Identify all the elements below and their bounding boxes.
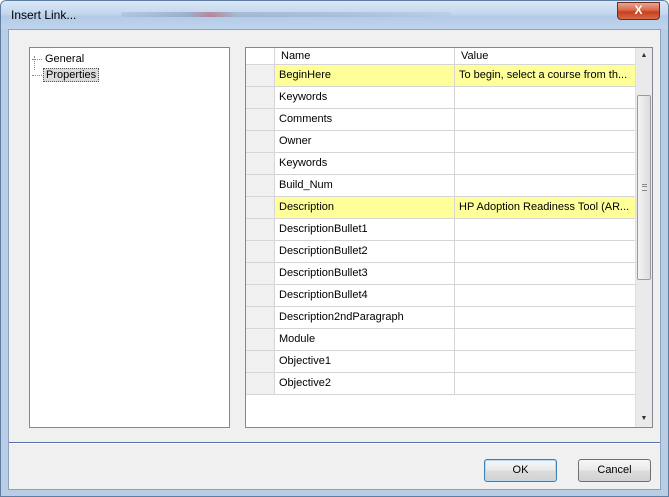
- property-value-cell[interactable]: To begin, select a course from th...: [455, 65, 636, 86]
- ok-button[interactable]: OK: [484, 459, 557, 482]
- row-selector-cell[interactable]: [246, 109, 275, 130]
- table-row[interactable]: Objective2: [246, 373, 636, 395]
- property-name-cell[interactable]: BeginHere: [275, 65, 455, 86]
- row-selector-cell[interactable]: [246, 241, 275, 262]
- table-row[interactable]: Objective1: [246, 351, 636, 373]
- property-value-cell[interactable]: [455, 175, 636, 196]
- property-name-cell[interactable]: Keywords: [275, 153, 455, 174]
- row-selector-cell[interactable]: [246, 131, 275, 152]
- property-name-cell[interactable]: DescriptionBullet3: [275, 263, 455, 284]
- scrollbar-grip-icon: [642, 184, 647, 191]
- property-value-cell[interactable]: [455, 219, 636, 240]
- table-row[interactable]: Comments: [246, 109, 636, 131]
- scroll-down-arrow-icon[interactable]: ▼: [636, 411, 652, 427]
- vertical-scrollbar[interactable]: ▲ ▼: [635, 48, 652, 427]
- table-row[interactable]: Description HP Adoption Readiness Tool (A…: [246, 197, 636, 219]
- column-header-value[interactable]: Value: [455, 48, 636, 64]
- column-header-name[interactable]: Name: [275, 48, 455, 64]
- row-selector-cell[interactable]: [246, 329, 275, 350]
- table-row[interactable]: BeginHere To begin, select a course from …: [246, 65, 636, 87]
- property-name-cell[interactable]: Build_Num: [275, 175, 455, 196]
- dialog-client-area: General Properties Name Value BeginHere T…: [8, 29, 661, 490]
- table-row[interactable]: DescriptionBullet3: [246, 263, 636, 285]
- row-selector-cell[interactable]: [246, 65, 275, 86]
- property-name-cell[interactable]: Objective2: [275, 373, 455, 394]
- close-button[interactable]: X: [617, 2, 660, 20]
- row-selector-cell[interactable]: [246, 263, 275, 284]
- property-value-cell[interactable]: [455, 329, 636, 350]
- row-selector-cell[interactable]: [246, 285, 275, 306]
- window-title: Insert Link...: [11, 8, 77, 22]
- property-value-cell[interactable]: [455, 153, 636, 174]
- table-row[interactable]: DescriptionBullet4: [246, 285, 636, 307]
- property-name-cell[interactable]: DescriptionBullet1: [275, 219, 455, 240]
- footer-separator: [9, 442, 660, 444]
- row-selector-cell[interactable]: [246, 175, 275, 196]
- category-tree[interactable]: General Properties: [29, 47, 230, 428]
- table-row[interactable]: Build_Num: [246, 175, 636, 197]
- grid-rows: BeginHere To begin, select a course from …: [246, 65, 636, 395]
- table-row[interactable]: Owner: [246, 131, 636, 153]
- property-value-cell[interactable]: [455, 307, 636, 328]
- property-value-cell[interactable]: [455, 87, 636, 108]
- title-bar[interactable]: Insert Link... X: [1, 1, 668, 29]
- property-name-cell[interactable]: Module: [275, 329, 455, 350]
- table-row[interactable]: DescriptionBullet2: [246, 241, 636, 263]
- property-value-cell[interactable]: [455, 373, 636, 394]
- cancel-button[interactable]: Cancel: [578, 459, 651, 482]
- table-row[interactable]: Description2ndParagraph: [246, 307, 636, 329]
- property-value-cell[interactable]: HP Adoption Readiness Tool (AR...: [455, 197, 636, 218]
- header-selector-cell: [246, 48, 275, 64]
- property-name-cell[interactable]: Description: [275, 197, 455, 218]
- tree-item-label: General: [45, 53, 85, 65]
- insert-link-dialog: Insert Link... X General Properties Name…: [0, 0, 669, 497]
- row-selector-cell[interactable]: [246, 373, 275, 394]
- property-name-cell[interactable]: Owner: [275, 131, 455, 152]
- tree-branch-line: [32, 58, 42, 60]
- property-name-cell[interactable]: Keywords: [275, 87, 455, 108]
- scroll-up-arrow-icon[interactable]: ▲: [636, 48, 652, 64]
- tree-item-label: Properties: [43, 68, 100, 82]
- property-value-cell[interactable]: [455, 241, 636, 262]
- row-selector-cell[interactable]: [246, 351, 275, 372]
- property-name-cell[interactable]: Description2ndParagraph: [275, 307, 455, 328]
- scrollbar-thumb[interactable]: [637, 95, 651, 280]
- row-selector-cell[interactable]: [246, 197, 275, 218]
- property-name-cell[interactable]: Comments: [275, 109, 455, 130]
- row-selector-cell[interactable]: [246, 219, 275, 240]
- property-name-cell[interactable]: DescriptionBullet2: [275, 241, 455, 262]
- grid-header: Name Value: [246, 48, 636, 65]
- property-value-cell[interactable]: [455, 263, 636, 284]
- properties-grid[interactable]: Name Value BeginHere To begin, select a c…: [245, 47, 653, 428]
- property-name-cell[interactable]: Objective1: [275, 351, 455, 372]
- table-row[interactable]: Module: [246, 329, 636, 351]
- table-row[interactable]: Keywords: [246, 153, 636, 175]
- property-value-cell[interactable]: [455, 109, 636, 130]
- tree-item-general[interactable]: General: [32, 52, 86, 66]
- tree-branch-line: [32, 74, 42, 76]
- row-selector-cell[interactable]: [246, 307, 275, 328]
- tree-item-properties[interactable]: Properties: [32, 68, 100, 82]
- row-selector-cell[interactable]: [246, 87, 275, 108]
- title-bar-blur: [121, 12, 451, 17]
- row-selector-cell[interactable]: [246, 153, 275, 174]
- property-value-cell[interactable]: [455, 285, 636, 306]
- property-name-cell[interactable]: DescriptionBullet4: [275, 285, 455, 306]
- property-value-cell[interactable]: [455, 131, 636, 152]
- table-row[interactable]: DescriptionBullet1: [246, 219, 636, 241]
- table-row[interactable]: Keywords: [246, 87, 636, 109]
- property-value-cell[interactable]: [455, 351, 636, 372]
